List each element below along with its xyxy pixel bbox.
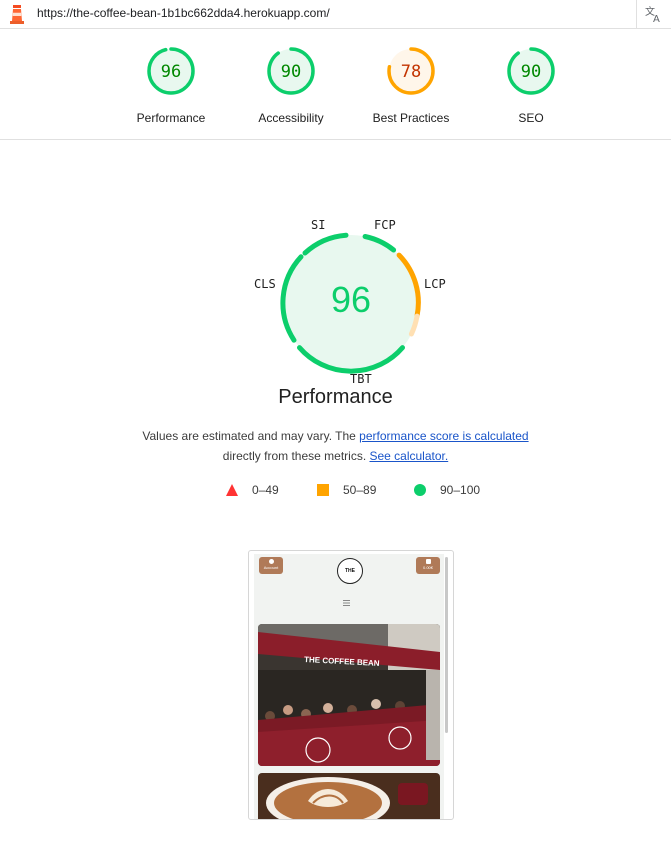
score-description: Values are estimated and may vary. The p…	[0, 426, 671, 466]
menu-icon	[343, 600, 350, 606]
gauge-value: 90	[521, 62, 541, 82]
preview-logo: THE	[337, 558, 363, 584]
performance-metrics-gauge: 96	[280, 232, 421, 374]
score-gauge: 96	[147, 47, 195, 95]
circle-icon	[414, 484, 426, 496]
translate-icon: 文 A	[645, 5, 660, 24]
description-text-2: directly from these metrics.	[222, 449, 370, 463]
legend-range: 50–89	[343, 483, 377, 497]
see-calculator-link[interactable]: See calculator.	[369, 449, 448, 463]
legend-pass: 90–100	[414, 483, 480, 497]
category-summary: 96 Performance 90 Accessibility 78 Best …	[0, 29, 671, 140]
gauge-label: Performance	[136, 111, 206, 125]
final-screenshot[interactable]: Account THE 0.00€ THE COFFEE BEAN	[248, 550, 454, 820]
performance-score: 96	[331, 279, 371, 320]
gauge-seo[interactable]: 90 SEO	[471, 45, 591, 125]
gauge-performance[interactable]: 96 Performance	[111, 45, 231, 125]
metric-label-cls: CLS	[254, 277, 276, 291]
gauge-label: Accessibility	[258, 111, 324, 125]
metric-label-si: SI	[311, 218, 326, 232]
preview-cart-label: 0.00€	[422, 565, 433, 570]
svg-text:A: A	[653, 14, 660, 24]
score-gauge: 90	[507, 47, 555, 95]
gauge-label: Best Practices	[372, 111, 450, 125]
metric-label-tbt: TBT	[350, 372, 372, 386]
gauge-accessibility[interactable]: 90 Accessibility	[231, 45, 351, 125]
gauge-value: 90	[281, 62, 301, 82]
preview-account-button: Account	[259, 557, 283, 574]
lighthouse-icon	[10, 5, 24, 24]
bag-icon	[425, 559, 431, 564]
latte-art-photo	[258, 773, 440, 819]
square-icon	[317, 484, 329, 496]
cafe-storefront-photo: THE COFFEE BEAN	[258, 624, 440, 766]
score-gauge: 78	[387, 47, 435, 95]
gauge-value: 96	[161, 62, 181, 82]
user-icon	[268, 559, 274, 564]
metric-label-fcp: FCP	[374, 218, 396, 232]
score-calculated-link[interactable]: performance score is calculated	[359, 429, 528, 443]
translate-button[interactable]: 文 A	[636, 0, 671, 28]
url-text[interactable]: https://the-coffee-bean-1b1bc662dda4.her…	[37, 6, 330, 20]
performance-title: Performance	[278, 386, 393, 408]
gauge-value: 78	[401, 62, 421, 82]
legend-average: 50–89	[317, 483, 376, 497]
preview-account-label: Account	[263, 565, 279, 570]
url-bar: https://the-coffee-bean-1b1bc662dda4.her…	[0, 0, 671, 29]
legend-fail: 0–49	[226, 483, 279, 497]
metric-label-lcp: LCP	[424, 277, 446, 291]
preview-scrollbar	[445, 557, 448, 733]
gauge-label: SEO	[518, 111, 544, 125]
legend-range: 0–49	[252, 483, 279, 497]
triangle-icon	[226, 484, 238, 496]
screenshot-content: Account THE 0.00€ THE COFFEE BEAN	[254, 554, 444, 819]
score-gauge: 90	[267, 47, 315, 95]
gauge-best-practices[interactable]: 78 Best Practices	[351, 45, 471, 125]
description-text: Values are estimated and may vary. The	[142, 429, 360, 443]
preview-cart-button: 0.00€	[416, 557, 440, 574]
legend-range: 90–100	[440, 483, 481, 497]
